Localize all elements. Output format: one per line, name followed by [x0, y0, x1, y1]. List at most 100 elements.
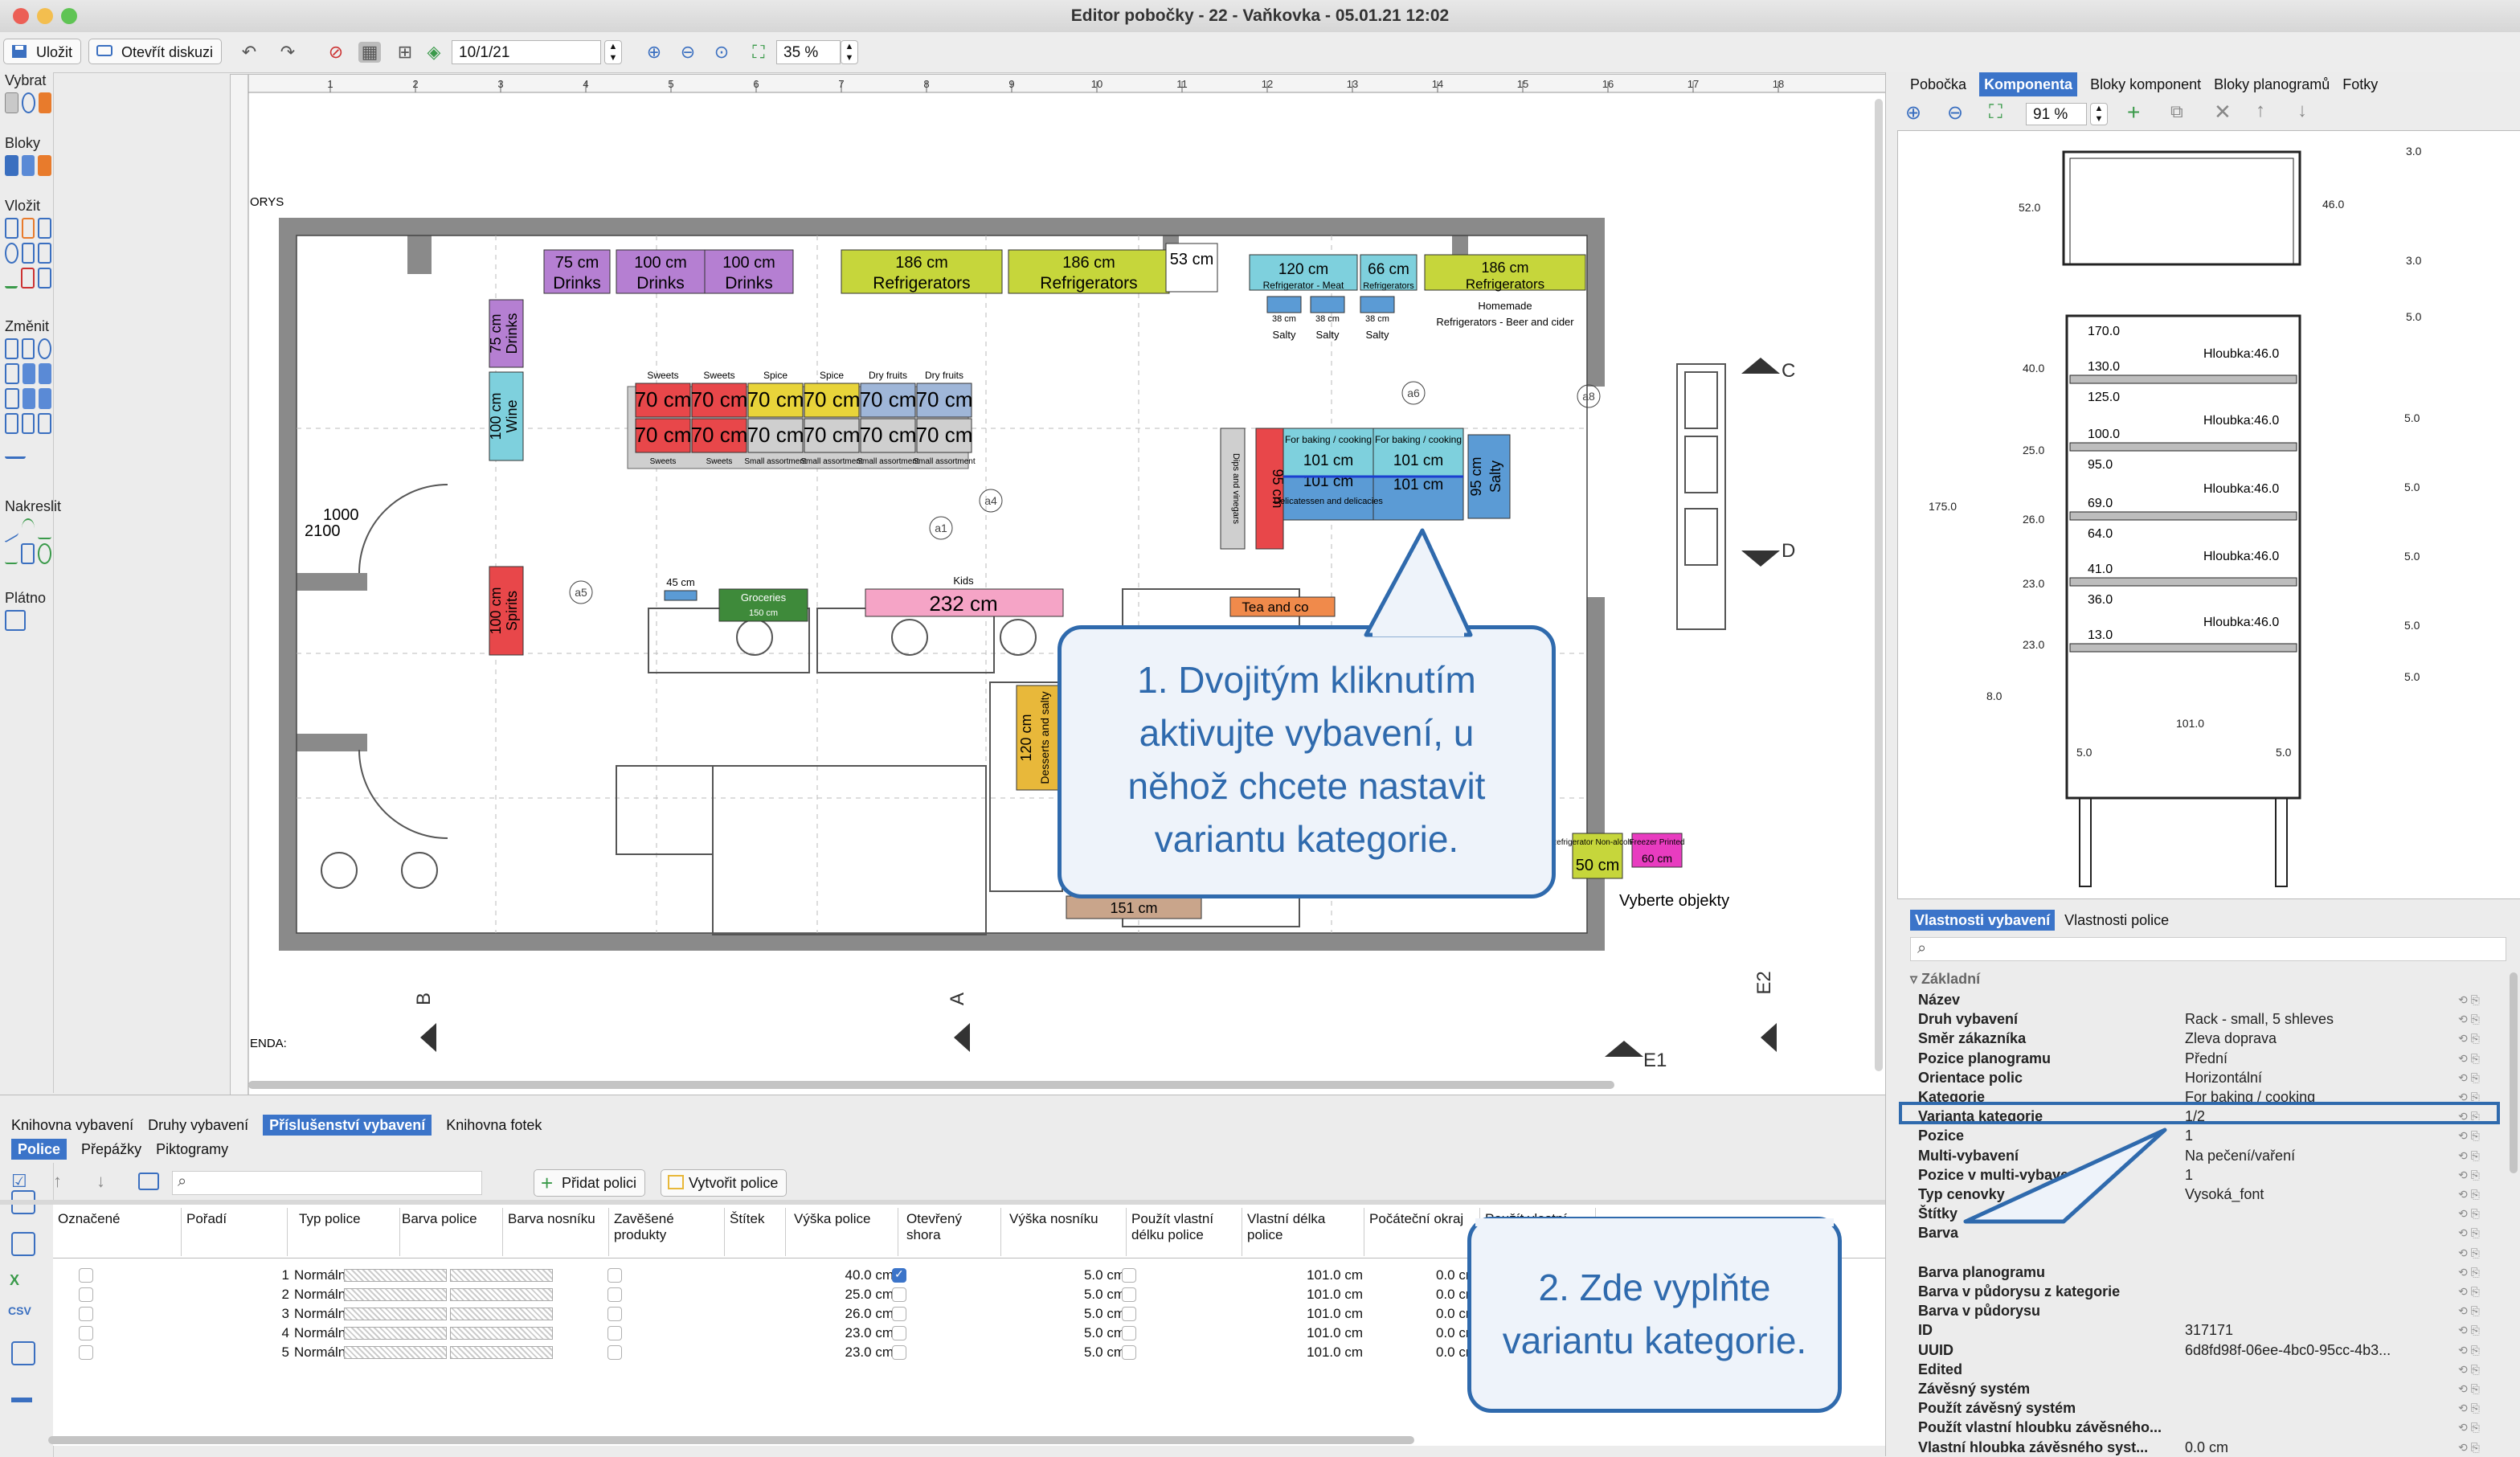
table-checkbox[interactable]	[1122, 1345, 1136, 1360]
draw-rectangle-icon[interactable]	[20, 543, 35, 564]
zoom-out-icon[interactable]: ⊖	[677, 42, 699, 63]
table-checkbox[interactable]	[608, 1287, 622, 1302]
delete-icon[interactable]: ✕	[2214, 100, 2232, 125]
block-icon[interactable]	[5, 155, 18, 176]
row-down-icon[interactable]: ↓	[96, 1171, 105, 1192]
draw-arc-icon[interactable]	[21, 518, 35, 539]
tab-equipment-accessories[interactable]: Příslušenství vybavení	[263, 1115, 432, 1136]
property-scrollbar[interactable]	[2510, 972, 2518, 1173]
table-checkbox[interactable]	[79, 1307, 93, 1321]
property-row[interactable]: Barva v půdorysu z kategorie ⟲ ⎘	[1918, 1282, 2489, 1301]
row-beam-height[interactable]: 5.0 cm	[1004, 1304, 1125, 1324]
property-actions-icon[interactable]: ⟲ ⎘	[2458, 1382, 2489, 1395]
property-row[interactable]: Název ⟲ ⎘	[1918, 990, 2489, 1009]
zoom-stepper[interactable]: ▲ ▼	[841, 40, 858, 64]
property-row[interactable]: Pozice 1 ⟲ ⎘	[1918, 1126, 2489, 1145]
row-height[interactable]: 40.0 cm	[789, 1266, 894, 1285]
property-actions-icon[interactable]: ⟲ ⎘	[2458, 1013, 2489, 1025]
row-beam-height[interactable]: 5.0 cm	[1004, 1285, 1125, 1304]
tab-photo-library[interactable]: Knihovna fotek	[446, 1115, 542, 1136]
floor-plan-canvas[interactable]: 1 2 3 4 5 6 7 8 9 10 11 12 13 14 15 16 17 18 ORYS ENDA:	[230, 74, 1887, 1096]
table-column-header[interactable]: Štítek	[725, 1208, 786, 1256]
rotate-icon[interactable]	[38, 338, 52, 359]
row-height[interactable]: 26.0 cm	[789, 1304, 894, 1324]
tab-planogram-blocks[interactable]: Bloky planogramů	[2214, 72, 2330, 96]
redo-icon[interactable]: ↷	[276, 42, 299, 63]
color-swatch[interactable]	[450, 1308, 553, 1320]
select-arrow-icon[interactable]	[5, 92, 18, 113]
import-icon[interactable]	[11, 1341, 35, 1365]
open-discussion-button[interactable]: Otevřít diskuzi	[88, 39, 223, 64]
select-layer-icon[interactable]	[39, 92, 51, 113]
property-row[interactable]: Použít závěsný systém ⟲ ⎘	[1918, 1398, 2489, 1418]
table-column-header[interactable]: Typ police	[294, 1208, 400, 1256]
color-swatch[interactable]	[344, 1269, 447, 1282]
row-length[interactable]: 101.0 cm	[1242, 1304, 1363, 1324]
table-checkbox[interactable]	[79, 1345, 93, 1360]
tab-branch[interactable]: Pobočka	[1910, 72, 1966, 96]
color-swatch[interactable]	[344, 1327, 447, 1340]
table-checkbox[interactable]	[79, 1326, 93, 1340]
table-checkbox[interactable]	[1122, 1287, 1136, 1302]
tab-component-blocks[interactable]: Bloky komponent	[2090, 72, 2201, 96]
property-actions-icon[interactable]: ⟲ ⎘	[2458, 1168, 2489, 1181]
draw-curve-icon[interactable]	[38, 518, 52, 539]
property-row[interactable]: Typ cenovky Vysoká_font ⟲ ⎘	[1918, 1185, 2489, 1204]
zoom-field[interactable]: 35 %	[776, 40, 841, 64]
row-beam-height[interactable]: 5.0 cm	[1004, 1324, 1125, 1343]
table-column-header[interactable]: Otevřený shora	[902, 1208, 1001, 1256]
excel-export-icon[interactable]: X	[10, 1272, 19, 1289]
property-actions-icon[interactable]: ⟲ ⎘	[2458, 1363, 2489, 1376]
property-actions-icon[interactable]: ⟲ ⎘	[2458, 1071, 2489, 1084]
tab-component[interactable]: Komponenta	[1979, 72, 2078, 96]
date-stepper[interactable]: ▲ ▼	[604, 40, 622, 64]
table-column-header[interactable]: Výška police	[789, 1208, 898, 1256]
property-value[interactable]: 1	[2185, 1165, 2193, 1185]
preview-zoom-in-icon[interactable]: ⊕	[1905, 101, 1921, 125]
paste-list-icon[interactable]	[11, 1232, 35, 1256]
table-checkbox[interactable]	[1122, 1326, 1136, 1340]
property-actions-icon[interactable]: ⟲ ⎘	[2458, 1441, 2489, 1454]
table-checkbox[interactable]: ✓	[892, 1267, 906, 1283]
table-checkbox[interactable]	[892, 1307, 906, 1321]
color-swatch[interactable]	[344, 1308, 447, 1320]
tab-equipment-library[interactable]: Knihovna vybavení	[11, 1115, 133, 1136]
property-row[interactable]: Orientace polic Horizontální ⟲ ⎘	[1918, 1068, 2489, 1087]
draw-line-icon[interactable]	[5, 514, 18, 543]
table-checkbox[interactable]	[1122, 1307, 1136, 1321]
table-checkbox[interactable]	[79, 1268, 93, 1283]
property-value[interactable]: 1	[2185, 1126, 2193, 1145]
row-margin[interactable]: 0.0 cm	[1364, 1285, 1477, 1304]
subtab-pictograms[interactable]: Piktogramy	[156, 1139, 228, 1160]
table-horizontal-scrollbar[interactable]	[48, 1436, 1414, 1444]
insert-document-icon[interactable]	[21, 243, 35, 264]
property-search-input[interactable]: ⌕	[1910, 937, 2506, 961]
table-column-header[interactable]: Vlastní délka police	[1242, 1208, 1364, 1256]
property-actions-icon[interactable]: ⟲ ⎘	[2458, 1129, 2489, 1142]
table-checkbox[interactable]	[892, 1287, 906, 1302]
property-row[interactable]: ⟲ ⎘	[1918, 1243, 2489, 1263]
tab-shelf-properties[interactable]: Vlastnosti police	[2064, 910, 2169, 931]
layers-icon[interactable]: ◈	[423, 42, 445, 63]
tab-photos[interactable]: Fotky	[2342, 72, 2378, 96]
distribute-icon[interactable]	[22, 388, 35, 409]
table-column-header[interactable]: Počáteční okraj	[1364, 1208, 1480, 1256]
color-swatch[interactable]	[344, 1288, 447, 1301]
insert-image-icon[interactable]	[37, 268, 51, 289]
property-actions-icon[interactable]: ⟲ ⎘	[2458, 1032, 2489, 1045]
flip-icon[interactable]	[5, 388, 19, 409]
color-swatch[interactable]	[450, 1288, 553, 1301]
zoom-fit-icon[interactable]: ⊙	[710, 42, 733, 63]
row-height[interactable]: 25.0 cm	[789, 1285, 894, 1304]
property-value[interactable]: Rack - small, 5 shleves	[2185, 1009, 2334, 1029]
color-swatch[interactable]	[450, 1269, 553, 1282]
property-value[interactable]: 6d8fd98f-06ee-4bc0-95cc-4b3...	[2185, 1340, 2391, 1360]
align-grid-icon[interactable]	[38, 363, 51, 384]
move-up-icon[interactable]: ↑	[2256, 100, 2265, 122]
undo-icon[interactable]: ↶	[238, 42, 260, 63]
snap-icon[interactable]: ⊞	[394, 42, 416, 63]
floor-plan-drawing[interactable]: 1 2 3 4 5 6 7 8 9 10 11 12 13 14 15 16 17 18 ORYS ENDA:	[231, 75, 1886, 1095]
row-margin[interactable]: 0.0 cm	[1364, 1343, 1477, 1362]
split-icon[interactable]	[5, 413, 18, 434]
property-row[interactable]: Druh vybavení Rack - small, 5 shleves ⟲ ⎘	[1918, 1009, 2489, 1029]
